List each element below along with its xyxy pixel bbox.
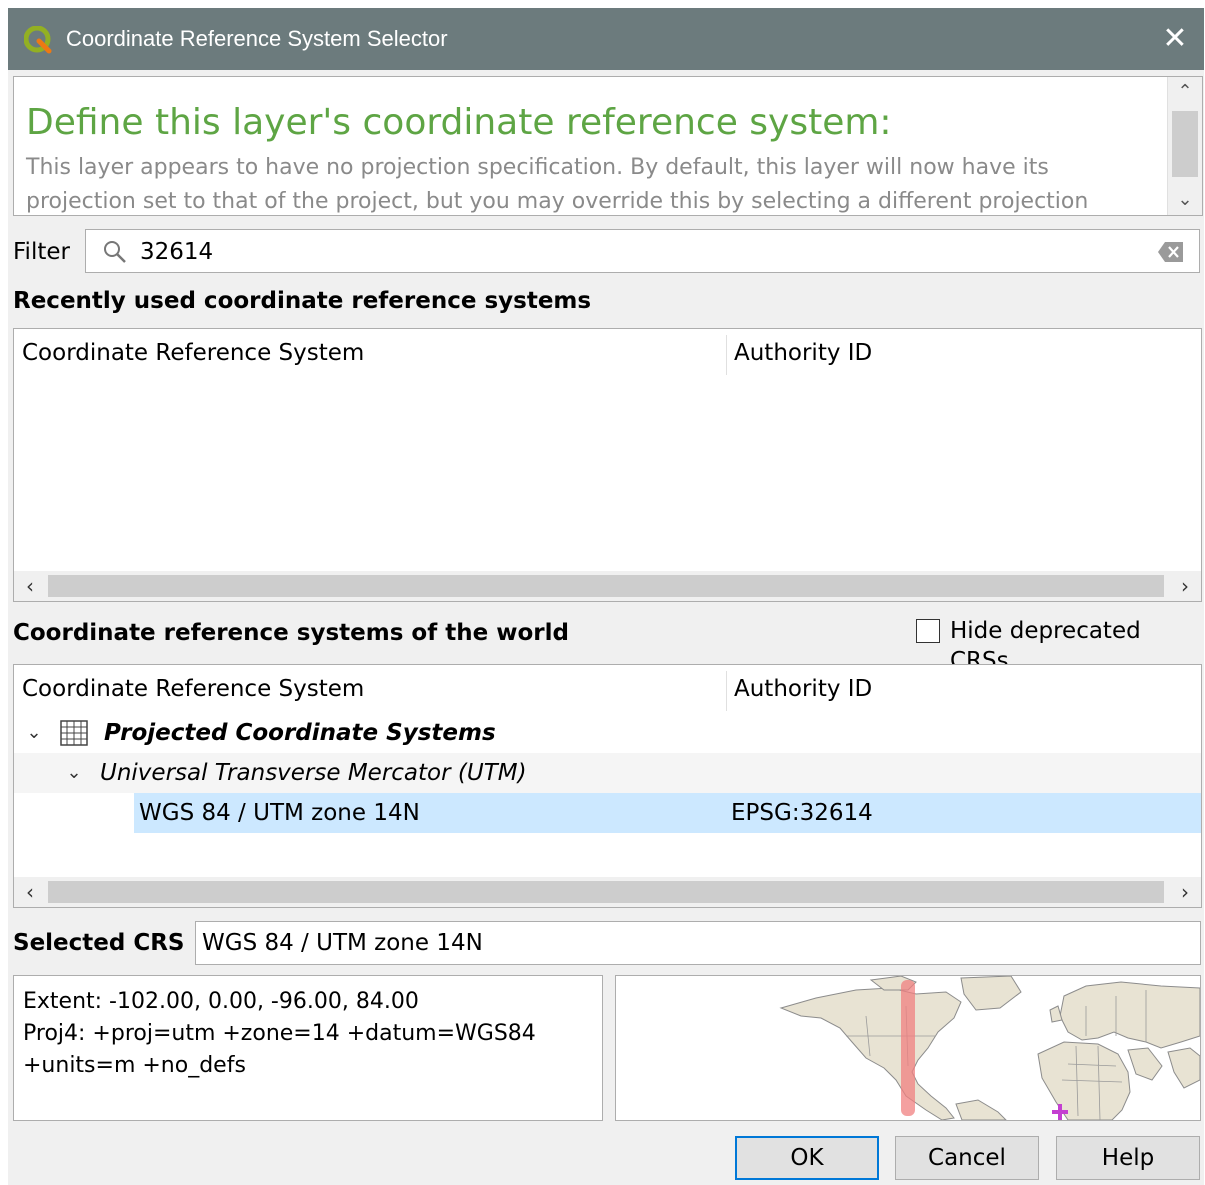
message-box: Define this layer's coordinate reference… (13, 76, 1203, 216)
chevron-down-icon[interactable]: ⌄ (62, 759, 86, 787)
cancel-button[interactable]: Cancel (895, 1136, 1039, 1180)
clear-input-icon[interactable] (1157, 241, 1185, 263)
message-scrollbar[interactable]: ⌃ ⌄ (1167, 77, 1202, 215)
tree-group-projected[interactable]: ⌄ Projected Coordinate Systems (14, 713, 1201, 753)
proj4-text-cont: +units=m +no_defs (23, 1053, 246, 1078)
message-heading: Define this layer's coordinate reference… (26, 102, 892, 143)
scroll-down-icon[interactable]: ⌄ (1168, 185, 1202, 215)
filter-value: 32614 (140, 239, 214, 265)
subgroup-label: Universal Transverse Mercator (UTM) (100, 760, 527, 786)
extent-map-preview (615, 975, 1201, 1121)
close-button[interactable]: ✕ (1156, 20, 1194, 58)
selected-crs-field[interactable]: WGS 84 / UTM zone 14N (195, 921, 1201, 965)
chevron-down-icon[interactable]: ⌄ (22, 719, 46, 747)
grid-icon (60, 720, 88, 746)
land-arabia (1127, 1047, 1163, 1081)
tree-row-selected[interactable]: WGS 84 / UTM zone 14N EPSG:32614 (134, 793, 1201, 833)
title-bar[interactable]: Coordinate Reference System Selector ✕ (8, 8, 1204, 70)
crs-selector-dialog: Coordinate Reference System Selector ✕ D… (8, 8, 1204, 1185)
extent-band (901, 980, 915, 1116)
land-india (1167, 1047, 1200, 1089)
world-section-title: Coordinate reference systems of the worl… (13, 620, 569, 646)
scroll-thumb[interactable] (48, 881, 1164, 903)
scroll-up-icon[interactable]: ⌃ (1168, 77, 1202, 107)
column-header-authority[interactable]: Authority ID (726, 329, 1201, 377)
scroll-left-icon[interactable]: ‹ (14, 877, 46, 907)
scroll-left-icon[interactable]: ‹ (14, 571, 46, 601)
filter-label: Filter (13, 239, 70, 265)
land-north-america (779, 987, 962, 1120)
world-hscrollbar[interactable]: ‹ › (14, 877, 1201, 907)
land-greenland (960, 976, 1022, 1011)
land-eurasia (1059, 981, 1200, 1049)
column-header-crs[interactable]: Coordinate Reference System (14, 329, 726, 377)
qgis-logo-icon (24, 26, 52, 54)
crs-details-box: Extent: -102.00, 0.00, -96.00, 84.00 Pro… (13, 975, 603, 1121)
column-header-authority[interactable]: Authority ID (726, 665, 1201, 713)
extent-text: Extent: -102.00, 0.00, -96.00, 84.00 (23, 989, 419, 1014)
world-crs-tree[interactable]: Coordinate Reference System Authority ID… (13, 664, 1202, 908)
help-button[interactable]: Help (1056, 1136, 1200, 1180)
scroll-right-icon[interactable]: › (1169, 877, 1201, 907)
proj4-text: Proj4: +proj=utm +zone=14 +datum=WGS84 (23, 1021, 536, 1046)
authority-id-cell: EPSG:32614 (731, 800, 873, 826)
scroll-right-icon[interactable]: › (1169, 571, 1201, 601)
tree-group-utm[interactable]: ⌄ Universal Transverse Mercator (UTM) (14, 753, 1201, 793)
search-icon (104, 241, 126, 263)
scroll-thumb[interactable] (48, 575, 1164, 597)
filter-input[interactable]: 32614 (85, 229, 1200, 273)
column-header-crs[interactable]: Coordinate Reference System (14, 665, 726, 713)
land-uk (1049, 1005, 1063, 1023)
recent-section-title: Recently used coordinate reference syste… (13, 288, 592, 314)
recent-hscrollbar[interactable]: ‹ › (14, 571, 1201, 601)
message-body: This layer appears to have no projection… (26, 155, 1089, 214)
crs-name-cell: WGS 84 / UTM zone 14N (139, 800, 420, 826)
window-title: Coordinate Reference System Selector (66, 26, 448, 51)
land-south-america (955, 1099, 1007, 1120)
world-map (779, 976, 1200, 1120)
hide-deprecated-checkbox[interactable] (916, 619, 940, 643)
group-label: Projected Coordinate Systems (104, 720, 496, 746)
ok-button[interactable]: OK (735, 1136, 879, 1180)
scroll-thumb[interactable] (1172, 111, 1198, 177)
recent-crs-table[interactable]: Coordinate Reference System Authority ID… (13, 328, 1202, 602)
selected-crs-label: Selected CRS (13, 930, 185, 956)
